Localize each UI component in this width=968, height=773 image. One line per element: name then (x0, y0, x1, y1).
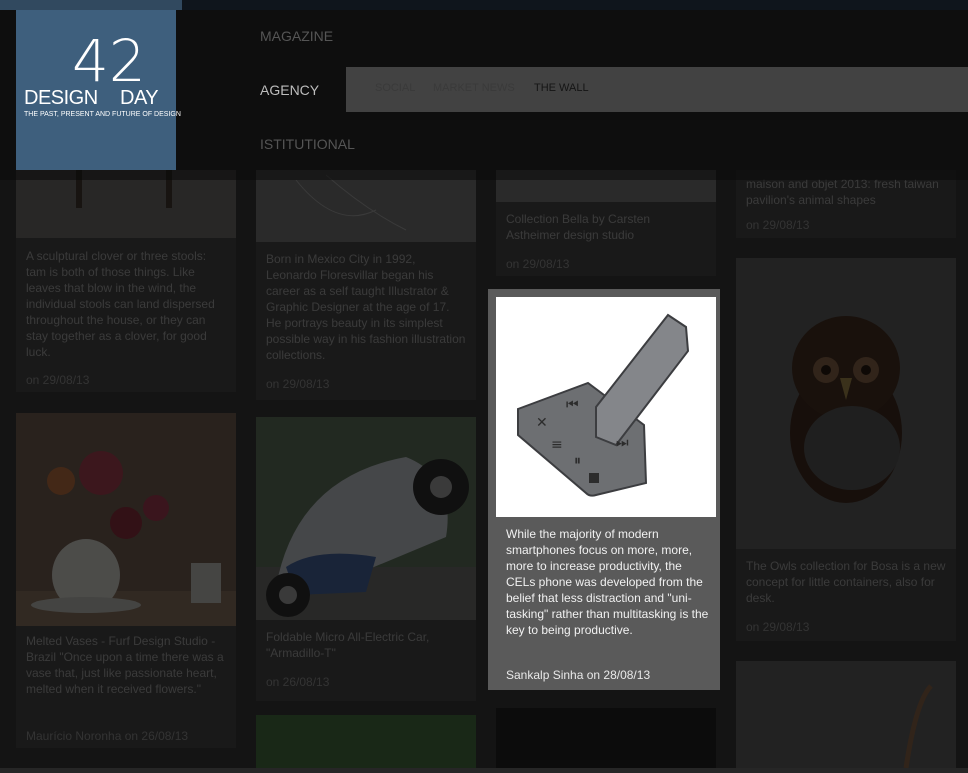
card-image[interactable] (496, 708, 716, 768)
logo-tagline: THE PAST, PRESENT AND FUTURE OF DESIGN (24, 111, 181, 118)
card-partial[interactable] (256, 715, 476, 768)
card-meta[interactable]: on 26/08/13 (266, 675, 329, 689)
card-meta[interactable]: on 29/08/13 (506, 257, 569, 271)
melted-vase-image (16, 451, 236, 626)
nav-item-agency[interactable]: AGENCY (260, 82, 319, 98)
card-description: Born in Mexico City in 1992, Leonardo Fl… (266, 252, 466, 362)
card-melted-vases[interactable]: Melted Vases - Furf Design Studio - Braz… (16, 413, 236, 748)
stool-legs-image (76, 170, 172, 208)
card-image[interactable] (256, 715, 476, 768)
card-image[interactable] (256, 417, 476, 620)
svg-text:≡: ≡ (551, 437, 563, 453)
chair-image (903, 684, 933, 769)
sub-nav: SOCIAL MARKET NEWS THE WALL (346, 67, 968, 112)
card-meta[interactable]: Maurício Noronha on 26/08/13 (26, 729, 188, 743)
logo-word-right: DAY (120, 87, 159, 109)
card-maison-objet[interactable]: maison and objet 2013: fresh taiwan pavi… (736, 170, 956, 238)
card-meta[interactable]: on 29/08/13 (266, 377, 329, 391)
card-image[interactable] (256, 170, 476, 242)
svg-text:⏸: ⏸ (574, 453, 581, 469)
card-meta[interactable]: on 29/08/13 (746, 620, 809, 634)
nav-item-istitutional[interactable]: ISTITUTIONAL (260, 136, 355, 152)
card-bella[interactable]: Collection Bella by Carsten Astheimer de… (496, 170, 716, 276)
card-armadillo-t[interactable]: Foldable Micro All-Electric Car, "Armadi… (256, 417, 476, 701)
cels-phone-image: ✕ ⏮ ⏭ ≡ ⏸ (517, 313, 690, 497)
card-meta[interactable]: on 29/08/13 (746, 218, 809, 232)
card-partial[interactable] (496, 708, 716, 768)
armadillo-car-image (256, 417, 476, 620)
subnav-link-the-wall[interactable]: THE WALL (534, 82, 589, 94)
card-partial[interactable] (736, 661, 956, 769)
svg-text:⏮: ⏮ (566, 397, 579, 413)
card-description: Melted Vases - Furf Design Studio - Braz… (26, 634, 224, 696)
card-meta[interactable]: on 29/08/13 (26, 373, 89, 387)
logo-number: 42 (72, 27, 146, 95)
card-description: While the majority of modern smartphones… (506, 527, 709, 637)
card-description: Collection Bella by Carsten Astheimer de… (506, 212, 651, 242)
card-description: The Owls collection for Bosa is a new co… (746, 559, 946, 605)
svg-text:✕: ✕ (536, 415, 548, 431)
card-cels-phone-highlighted[interactable]: ✕ ⏮ ⏭ ≡ ⏸ While the majority of modern s… (488, 289, 720, 690)
owl-image (790, 316, 902, 503)
card-description: maison and objet 2013: fresh taiwan pavi… (746, 177, 939, 207)
site-logo[interactable]: DESIGN 42 DAY THE PAST, PRESENT AND FUTU… (16, 10, 181, 170)
svg-text:⏭: ⏭ (616, 435, 629, 451)
card-description: Foldable Micro All-Electric Car, "Armadi… (266, 630, 430, 660)
nav-item-magazine[interactable]: MAGAZINE (260, 28, 333, 44)
card-description: A sculptural clover or three stools: tam… (26, 249, 215, 359)
illustration-image (295, 174, 407, 231)
card-floresvillar[interactable]: Born in Mexico City in 1992, Leonardo Fl… (256, 170, 476, 400)
subnav-link-social[interactable]: SOCIAL (375, 82, 415, 94)
main-nav: MAGAZINE AGENCY ISTITUTIONAL (237, 10, 355, 170)
card-image[interactable] (16, 170, 236, 238)
card-meta[interactable]: Sankalp Sinha on 28/08/13 (506, 668, 650, 682)
card-image[interactable]: ✕ ⏮ ⏭ ≡ ⏸ (496, 297, 716, 517)
card-image[interactable] (16, 413, 236, 626)
card-owls[interactable]: The Owls collection for Bosa is a new co… (736, 258, 956, 641)
card-image[interactable] (736, 258, 956, 549)
card-tam-stools[interactable]: A sculptural clover or three stools: tam… (16, 170, 236, 392)
subnav-link-market-news[interactable]: MARKET NEWS (433, 82, 515, 94)
card-image[interactable] (736, 661, 956, 769)
